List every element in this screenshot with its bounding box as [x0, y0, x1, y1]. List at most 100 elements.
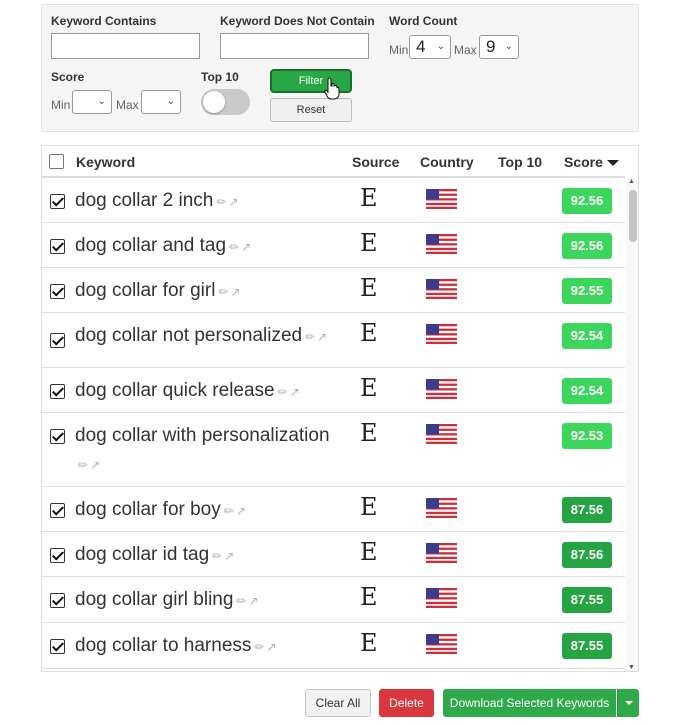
- table-row[interactable]: dog collar id tag ✏ ↗ E 87.56: [42, 532, 625, 577]
- table-row[interactable]: dog collar for girl ✏ ↗ E 92.55: [42, 268, 625, 313]
- external-link-icon[interactable]: ↗: [236, 497, 246, 525]
- clear-all-button[interactable]: Clear All: [305, 689, 371, 717]
- score-max-label: Max: [116, 98, 139, 112]
- word-count-min-select[interactable]: 4 ⌄: [409, 35, 451, 59]
- external-link-icon[interactable]: ↗: [241, 233, 251, 261]
- us-flag-icon: [426, 588, 457, 608]
- header-top10[interactable]: Top 10: [498, 154, 542, 170]
- source-cell: E: [360, 184, 378, 212]
- header-keyword[interactable]: Keyword: [76, 154, 135, 170]
- download-dropdown-button[interactable]: [617, 689, 639, 717]
- pencil-icon[interactable]: ✏: [229, 233, 239, 261]
- table-row[interactable]: dog collar to harness ✏ ↗ E 87.55: [42, 623, 625, 669]
- row-checkbox[interactable]: [50, 284, 65, 299]
- keyword-text: dog collar girl bling: [75, 589, 234, 610]
- row-checkbox[interactable]: [50, 593, 65, 608]
- keyword-cell: dog collar to harness ✏ ↗: [75, 632, 345, 661]
- external-link-icon[interactable]: ↗: [224, 542, 234, 570]
- source-cell: E: [360, 229, 378, 257]
- pencil-icon[interactable]: ✏: [224, 497, 234, 525]
- table-row[interactable]: dog collar girl bling ✏ ↗ E 87.55: [42, 577, 625, 623]
- reset-button[interactable]: Reset: [270, 98, 352, 122]
- word-count-min-value: 4: [416, 37, 426, 56]
- keyword-cell: dog collar with personalization ✏ ↗: [75, 422, 345, 479]
- select-all-checkbox[interactable]: [49, 154, 64, 169]
- word-count-max-value: 9: [486, 37, 496, 56]
- table-row[interactable]: dog collar 2 inch ✏ ↗ E 92.56: [42, 178, 625, 223]
- table-scrollbar[interactable]: ▲ ▼: [626, 178, 638, 671]
- keyword-cell: dog collar girl bling ✏ ↗: [75, 586, 345, 615]
- table-row-partial[interactable]: E: [42, 669, 625, 671]
- us-flag-icon: [426, 189, 457, 209]
- keyword-cell: dog collar quick release ✏ ↗: [75, 377, 345, 406]
- header-source[interactable]: Source: [352, 154, 399, 170]
- pencil-icon[interactable]: ✏: [254, 633, 264, 661]
- score-badge: 87.55: [562, 633, 612, 659]
- pencil-icon[interactable]: ✏: [236, 587, 246, 615]
- score-badge: 87.56: [562, 542, 612, 568]
- score-max-select[interactable]: ⌄: [141, 90, 181, 114]
- hand-cursor-icon: [324, 77, 340, 100]
- us-flag-icon: [426, 543, 457, 563]
- keyword-cell: dog collar id tag ✏ ↗: [75, 541, 345, 570]
- pencil-icon[interactable]: ✏: [78, 451, 88, 479]
- pencil-icon[interactable]: ✏: [216, 188, 226, 216]
- pencil-icon[interactable]: ✏: [305, 323, 315, 351]
- chevron-down-icon: ⌄: [97, 96, 106, 107]
- external-link-icon[interactable]: ↗: [317, 323, 327, 351]
- table-row[interactable]: dog collar and tag ✏ ↗ E 92.56: [42, 223, 625, 268]
- source-cell: E: [360, 583, 378, 611]
- keyword-contains-input[interactable]: [51, 33, 200, 59]
- source-cell: E: [360, 419, 378, 447]
- row-checkbox[interactable]: [50, 194, 65, 209]
- keyword-not-contain-label: Keyword Does Not Contain: [220, 14, 375, 28]
- external-link-icon[interactable]: ↗: [90, 451, 100, 479]
- keyword-contains-label: Keyword Contains: [51, 14, 157, 28]
- score-badge: 92.53: [562, 423, 612, 449]
- table-row[interactable]: dog collar not personalized ✏ ↗ E 92.54: [42, 313, 625, 368]
- word-count-max-select[interactable]: 9 ⌄: [479, 35, 519, 59]
- header-country[interactable]: Country: [420, 154, 474, 170]
- chevron-down-icon: ⌄: [436, 41, 445, 52]
- row-checkbox[interactable]: [50, 503, 65, 518]
- source-cell: E: [360, 374, 378, 402]
- scroll-up-icon[interactable]: ▲: [628, 178, 635, 185]
- us-flag-icon: [426, 379, 457, 399]
- table-header: Keyword Source Country Top 10 Score: [42, 146, 625, 178]
- scroll-down-icon[interactable]: ▼: [628, 664, 635, 671]
- sort-desc-icon: [606, 160, 619, 167]
- external-link-icon[interactable]: ↗: [228, 188, 238, 216]
- top10-toggle[interactable]: [201, 89, 250, 115]
- pencil-icon[interactable]: ✏: [218, 278, 228, 306]
- keyword-cell: dog collar not personalized ✏ ↗: [75, 322, 345, 351]
- header-score[interactable]: Score: [564, 154, 619, 170]
- keyword-text: dog collar 2 inch: [75, 190, 214, 211]
- external-link-icon[interactable]: ↗: [248, 587, 258, 615]
- keyword-cell: dog collar 2 inch ✏ ↗: [75, 187, 345, 216]
- keyword-text: dog collar for girl: [75, 280, 216, 301]
- external-link-icon[interactable]: ↗: [231, 278, 241, 306]
- score-min-label: Min: [51, 98, 71, 112]
- keyword-not-contain-input[interactable]: [220, 33, 369, 59]
- source-cell: E: [360, 274, 378, 302]
- score-min-select[interactable]: ⌄: [72, 90, 112, 114]
- row-checkbox[interactable]: [50, 429, 65, 444]
- row-checkbox[interactable]: [50, 333, 65, 348]
- table-row[interactable]: dog collar quick release ✏ ↗ E 92.54: [42, 368, 625, 413]
- table-row[interactable]: dog collar for boy ✏ ↗ E 87.56: [42, 487, 625, 532]
- score-badge: 92.54: [562, 378, 612, 404]
- delete-button[interactable]: Delete: [379, 689, 434, 717]
- pencil-icon[interactable]: ✏: [278, 378, 288, 406]
- us-flag-icon: [426, 634, 457, 654]
- row-checkbox[interactable]: [50, 548, 65, 563]
- pencil-icon[interactable]: ✏: [212, 542, 222, 570]
- table-row[interactable]: dog collar with personalization ✏ ↗ E 92.5…: [42, 413, 625, 487]
- external-link-icon[interactable]: ↗: [266, 633, 276, 661]
- row-checkbox[interactable]: [50, 639, 65, 654]
- row-checkbox[interactable]: [50, 239, 65, 254]
- scroll-thumb[interactable]: [629, 190, 637, 242]
- row-checkbox[interactable]: [50, 384, 65, 399]
- external-link-icon[interactable]: ↗: [290, 378, 300, 406]
- download-selected-button[interactable]: Download Selected Keywords: [443, 689, 616, 717]
- keyword-text: dog collar with personalization: [75, 425, 330, 446]
